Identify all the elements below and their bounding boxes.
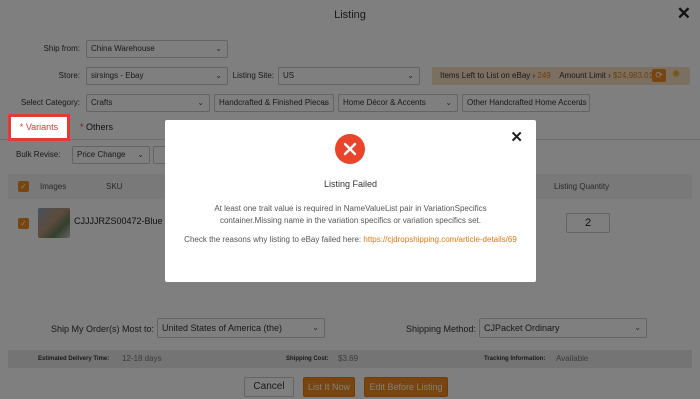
dialog-message-line: container.Missing name in the variation …	[219, 216, 481, 225]
required-marker: *	[19, 122, 24, 132]
reason-text: Check the reasons why listing to eBay fa…	[184, 235, 364, 244]
tab-variants[interactable]: * Variants	[8, 114, 70, 141]
close-icon[interactable]: ✕	[510, 130, 523, 145]
tab-variants-label: Variants	[25, 122, 59, 132]
reason-link[interactable]: https://cjdropshipping.com/article-detai…	[363, 235, 516, 244]
error-icon	[335, 134, 365, 164]
dialog-title: Listing Failed	[323, 179, 378, 189]
dialog-message: At least one trait value is required in …	[165, 203, 536, 227]
dialog-reason: Check the reasons why listing to eBay fa…	[183, 234, 518, 246]
listing-failed-dialog: ✕ Listing Failed At least one trait valu…	[165, 120, 536, 282]
dialog-message-line: At least one trait value is required in …	[214, 204, 487, 213]
